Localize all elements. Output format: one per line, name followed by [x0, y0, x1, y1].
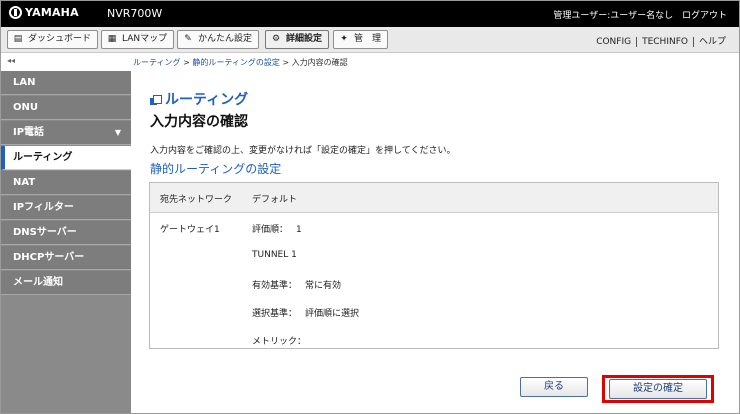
valid-criteria-row: 有効基準： 常に有効 [252, 278, 341, 291]
sidebar-item-lan[interactable]: LAN [1, 71, 131, 95]
priority-label: 評価順： [252, 225, 289, 235]
sidebar-item-ip-filter[interactable]: IPフィルター [1, 196, 131, 220]
sidebar-item-routing[interactable]: ルーティング [1, 146, 131, 170]
sidebar-item-ip-phone[interactable]: IP電話 ▼ [1, 121, 131, 145]
valid-criteria-label: 有効基準： [252, 281, 298, 291]
metric-label: メトリック： [252, 337, 307, 347]
brand-text: YAMAHA [25, 6, 79, 19]
sidebar-item-mail-notify[interactable]: メール通知 [1, 271, 131, 295]
tab-label: ダッシュボード [28, 34, 92, 44]
help-link[interactable]: ヘルプ [692, 37, 731, 47]
yamaha-logo: YAMAHA [9, 6, 79, 19]
settings-detail-panel: 宛先ネットワーク デフォルト ゲートウェイ1 評価順： 1 TUNNEL 1 有効… [149, 182, 719, 349]
dashboard-icon: ▤ [13, 34, 23, 44]
tab-dashboard[interactable]: ▤ ダッシュボード [7, 30, 99, 49]
instruction-text: 入力内容をご確認の上、変更がなければ「設定の確定」を押してください。 [150, 146, 456, 156]
back-button[interactable]: 戻る [520, 377, 588, 397]
breadcrumb-separator: > [180, 58, 193, 67]
sidebar-item-nat[interactable]: NAT [1, 171, 131, 195]
selection-criteria-value: 評価順に選択 [305, 309, 360, 319]
destination-label: 宛先ネットワーク [160, 195, 233, 205]
expand-arrow-icon: ▼ [114, 128, 121, 137]
lan-map-icon: ▦ [107, 34, 117, 44]
sidebar-item-label: メール通知 [13, 277, 63, 288]
destination-value: デフォルト [252, 195, 298, 205]
device-model: NVR700W [107, 7, 163, 20]
subheading: 静的ルーティングの設定 [150, 162, 282, 176]
user-area: 管理ユーザー:ユーザー名なし ログアウト [547, 8, 727, 21]
breadcrumb: ルーティング > 静的ルーティングの設定 > 入力内容の確認 [133, 57, 348, 68]
confirm-highlight: 設定の確定 [602, 375, 714, 403]
sidebar-item-dns-server[interactable]: DNSサーバー [1, 221, 131, 245]
destination-row: 宛先ネットワーク デフォルト [150, 183, 718, 213]
logout-link[interactable]: ログアウト [682, 11, 727, 21]
sidebar-item-label: ルーティング [13, 152, 73, 163]
wizard-icon: ✎ [184, 34, 192, 44]
top-bar: YAMAHA NVR700W 管理ユーザー:ユーザー名なし ログアウト [1, 1, 739, 27]
menu-bar: ▤ ダッシュボード ▦ LANマップ ✎ かんたん設定 ⚙ 詳細設定 ✦ 管 理 CONF… [1, 27, 739, 53]
section-icon [150, 95, 162, 105]
tab-label: LANマップ [122, 34, 168, 44]
techinfo-link[interactable]: TECHINFO [636, 37, 693, 47]
collapse-sidebar-icon[interactable]: ◂◂ [7, 56, 15, 65]
breadcrumb-separator: > [279, 58, 292, 67]
priority-row: 評価順： 1 [252, 222, 302, 235]
valid-criteria-value: 常に有効 [305, 281, 342, 291]
sidebar-item-dhcp-server[interactable]: DHCPサーバー [1, 246, 131, 270]
wrench-icon: ✦ [340, 34, 348, 44]
help-links: CONFIG TECHINFO ヘルプ [591, 34, 731, 47]
sidebar: LAN ONU IP電話 ▼ ルーティング NAT IPフィルター DNSサーバー… [1, 71, 131, 413]
section-title-text: ルーティング [165, 92, 249, 108]
tab-easy-setup[interactable]: ✎ かんたん設定 [177, 30, 260, 49]
sidebar-item-label: ONU [13, 102, 38, 113]
tab-advanced-settings[interactable]: ⚙ 詳細設定 [265, 30, 330, 49]
selection-criteria-row: 選択基準： 評価順に選択 [252, 306, 359, 319]
page-title: 入力内容の確認 [150, 114, 248, 130]
sidebar-item-onu[interactable]: ONU [1, 96, 131, 120]
tab-lan-map[interactable]: ▦ LANマップ [101, 30, 175, 49]
user-label: 管理ユーザー:ユーザー名なし [553, 11, 674, 21]
confirm-settings-button[interactable]: 設定の確定 [609, 379, 707, 399]
gateway-label: ゲートウェイ1 [160, 225, 220, 235]
tunnel-row: TUNNEL 1 [252, 250, 297, 260]
tunnel-label: TUNNEL 1 [252, 250, 297, 260]
priority-value: 1 [296, 225, 302, 235]
sidebar-item-label: LAN [13, 77, 36, 88]
sidebar-item-label: IP電話 [13, 127, 45, 138]
gear-icon: ⚙ [271, 34, 281, 44]
tab-label: 詳細設定 [286, 34, 323, 44]
breadcrumb-row: ◂◂ ルーティング > 静的ルーティングの設定 > 入力内容の確認 [1, 54, 739, 70]
breadcrumb-static-routing[interactable]: 静的ルーティングの設定 [192, 58, 280, 67]
config-link[interactable]: CONFIG [591, 37, 636, 47]
tab-label: 管 理 [354, 34, 382, 44]
breadcrumb-current: 入力内容の確認 [291, 58, 348, 67]
section-title: ルーティング [150, 89, 248, 109]
sidebar-item-label: DHCPサーバー [13, 252, 85, 263]
metric-row: メトリック： [252, 334, 306, 347]
tuning-fork-icon [9, 6, 22, 19]
main-content: ルーティング 入力内容の確認 入力内容をご確認の上、変更がなければ「設定の確定」… [132, 71, 739, 413]
breadcrumb-routing[interactable]: ルーティング [133, 58, 181, 67]
selection-criteria-label: 選択基準： [252, 309, 298, 319]
tab-management[interactable]: ✦ 管 理 [333, 30, 389, 49]
sidebar-item-label: DNSサーバー [13, 227, 77, 238]
sidebar-item-label: IPフィルター [13, 202, 74, 213]
sidebar-item-label: NAT [13, 177, 36, 188]
tab-label: かんたん設定 [198, 34, 253, 44]
